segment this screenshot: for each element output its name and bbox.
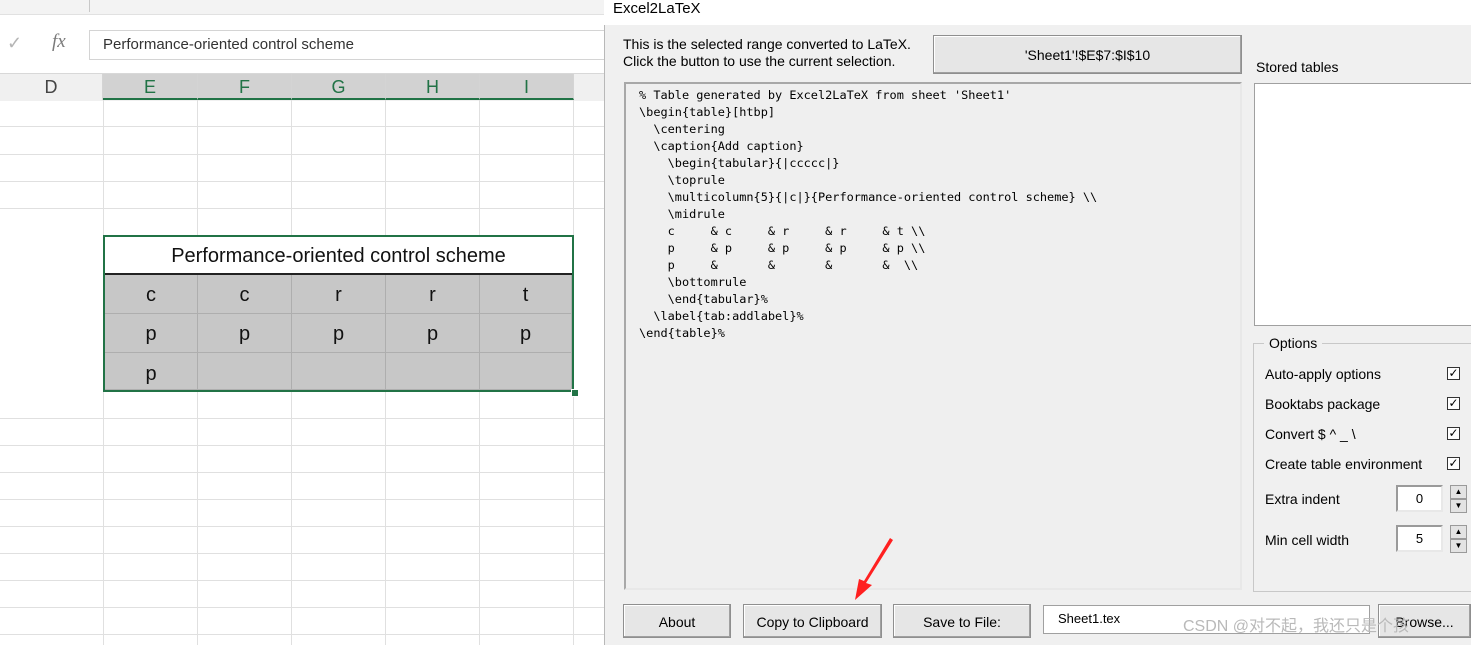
grid-line [0,126,604,127]
column-header-e[interactable]: E [103,74,198,100]
booktabs-label: Booktabs package [1265,396,1381,412]
table-cell[interactable]: r [292,275,386,314]
grid-line [0,154,604,155]
table-cell[interactable] [386,353,480,390]
convert-checkbox[interactable]: ✓ [1447,427,1460,440]
info-line-1: This is the selected range converted to … [623,36,911,52]
table-cell[interactable]: c [105,275,198,314]
extra-indent-input[interactable]: 0 [1396,485,1443,512]
table-cell[interactable] [292,353,386,390]
grid-line [0,208,604,209]
grid-line [0,526,604,527]
grid-line [0,445,604,446]
about-button[interactable]: About [623,604,731,638]
latex-output-text[interactable]: % Table generated by Excel2LaTeX from sh… [639,87,1097,342]
table-cell[interactable]: r [386,275,480,314]
options-legend: Options [1264,335,1323,351]
table-cell[interactable] [198,353,292,390]
ribbon-strip [0,0,604,15]
table-cell[interactable]: p [292,314,386,353]
range-button[interactable]: 'Sheet1'!$E$7:$I$10 [933,35,1242,74]
column-header-d[interactable]: D [0,74,103,100]
fill-handle[interactable] [571,389,579,397]
formula-input[interactable]: Performance-oriented control scheme [89,30,604,60]
auto-apply-label: Auto-apply options [1265,366,1381,382]
column-header-f[interactable]: F [198,74,292,100]
dialog-titlebar[interactable] [604,0,1471,25]
table-cell[interactable]: p [480,314,572,353]
save-to-file-button[interactable]: Save to File: [893,604,1031,638]
min-cell-width-label: Min cell width [1265,532,1350,548]
dialog-title: Excel2LaTeX [613,0,701,17]
grid-line [0,553,604,554]
grid-line [0,607,604,608]
check-icon[interactable]: ✓ [7,33,22,54]
grid-line [0,499,604,500]
column-header-g[interactable]: G [292,74,386,100]
create-env-label: Create table environment [1265,456,1423,472]
table-cell[interactable] [480,353,572,390]
booktabs-checkbox[interactable]: ✓ [1447,397,1460,410]
table-cell[interactable]: c [198,275,292,314]
table-cell[interactable]: p [105,353,198,390]
min-cell-width-input[interactable]: 5 [1396,525,1443,552]
stored-tables-label: Stored tables [1256,59,1339,75]
grid-line [0,418,604,419]
auto-apply-checkbox[interactable]: ✓ [1447,367,1460,380]
ribbon-separator [89,0,90,12]
extra-indent-down-icon[interactable]: ▼ [1450,499,1467,513]
insert-function-icon[interactable]: fx [52,31,66,53]
info-text: This is the selected range converted to … [623,36,911,70]
copy-to-clipboard-button[interactable]: Copy to Clipboard [743,604,882,638]
min-cell-width-down-icon[interactable]: ▼ [1450,539,1467,553]
grid-line [0,472,604,473]
info-line-2: Click the button to use the current sele… [623,53,896,69]
grid-line [0,181,604,182]
red-arrow-shape [855,538,893,600]
table-cell[interactable]: p [198,314,292,353]
table-cell[interactable]: t [480,275,572,314]
column-header-i[interactable]: I [480,74,574,100]
column-header-h[interactable]: H [386,74,480,100]
watermark: CSDN @对不起，我还只是个孩 [1183,618,1410,635]
table-cell[interactable]: p [386,314,480,353]
extra-indent-label: Extra indent [1265,491,1340,507]
extra-indent-up-icon[interactable]: ▲ [1450,485,1467,499]
red-arrow-annotation [855,538,893,600]
create-env-checkbox[interactable]: ✓ [1447,457,1460,470]
table-title-cell[interactable]: Performance-oriented control scheme [105,239,572,273]
table-cell[interactable]: p [105,314,198,353]
stored-tables-list[interactable] [1254,83,1471,326]
convert-label: Convert $ ^ _ \ [1265,426,1356,442]
min-cell-width-up-icon[interactable]: ▲ [1450,525,1467,539]
grid-line [0,580,604,581]
grid-line [0,634,604,635]
